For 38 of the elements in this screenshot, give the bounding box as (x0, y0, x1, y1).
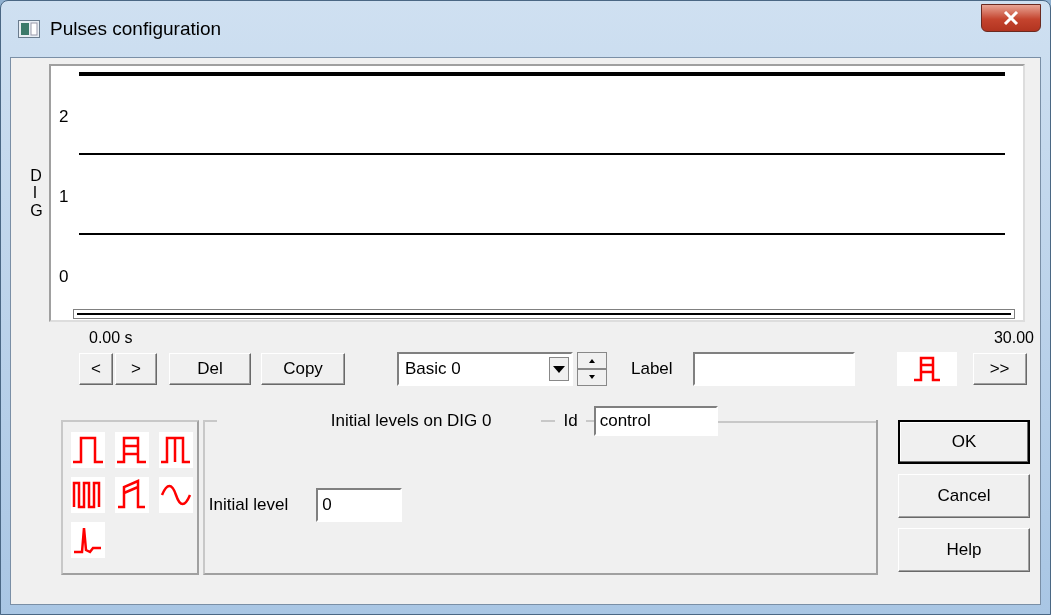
help-button[interactable]: Help (898, 528, 1030, 572)
id-field[interactable]: control (593, 406, 718, 436)
sequence-dropdown[interactable]: Basic 0 (397, 352, 573, 386)
field-label: Label (631, 358, 673, 381)
close-button[interactable] (981, 4, 1041, 32)
staircase-icon[interactable] (115, 432, 149, 468)
axis-label: DIG (30, 166, 40, 220)
spike-icon[interactable] (71, 522, 105, 558)
ramp-icon[interactable] (115, 477, 149, 513)
staircase-icon (911, 356, 942, 382)
window-title: Pulses configuration (50, 16, 222, 41)
pulse-train-icon[interactable] (71, 477, 105, 513)
copy-button[interactable]: Copy (261, 353, 345, 385)
id-label: Id (563, 410, 578, 433)
previous-button[interactable]: < (79, 353, 113, 385)
field-label: Initial level (208, 494, 289, 517)
app-icon (18, 20, 40, 38)
next-button[interactable]: > (115, 353, 157, 385)
pulse-icon[interactable] (71, 432, 105, 468)
time-end-label: 30.00 (993, 328, 1034, 348)
spinner-control[interactable] (577, 352, 607, 386)
close-icon (1003, 11, 1019, 25)
time-start-label: 0.00 s (89, 328, 133, 348)
pulse-plot[interactable]: 2 1 0 (49, 64, 1025, 322)
double-pulse-icon[interactable] (159, 432, 193, 468)
delete-button[interactable]: Del (169, 353, 251, 385)
cancel-button[interactable]: Cancel (898, 474, 1030, 518)
label-field[interactable] (692, 352, 855, 386)
channel-label: 1 (59, 186, 69, 208)
caret-icon (549, 357, 569, 381)
initial-level-field[interactable]: 0 (316, 488, 403, 522)
channel-label: 0 (59, 266, 69, 288)
ok-button[interactable]: OK (898, 420, 1030, 464)
waveform-button[interactable] (896, 352, 957, 386)
channel-label: 2 (59, 106, 69, 128)
sine-wave-icon[interactable] (159, 477, 193, 513)
more-button[interactable]: >> (972, 353, 1027, 385)
selected-trace[interactable] (73, 309, 1015, 319)
